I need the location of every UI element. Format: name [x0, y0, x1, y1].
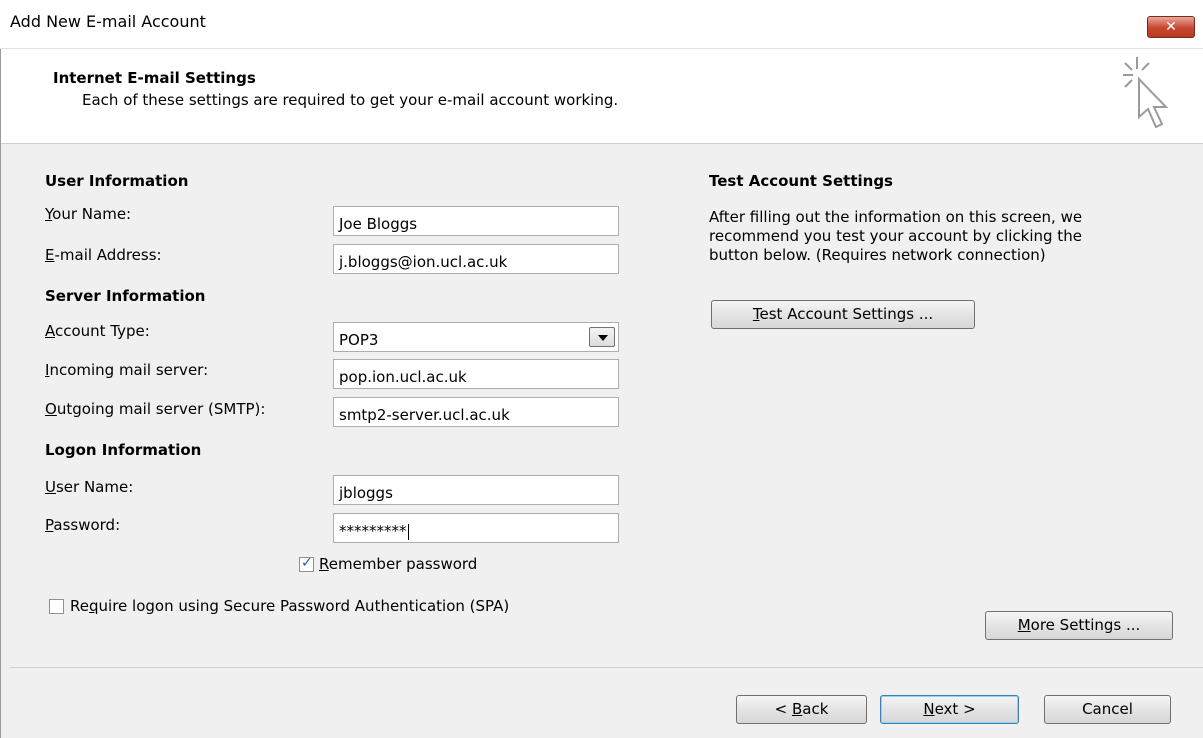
- password-input[interactable]: *********: [333, 513, 619, 543]
- remember-password-label[interactable]: Remember password: [319, 555, 477, 573]
- test-account-settings-button[interactable]: Test Account Settings ...: [711, 300, 975, 329]
- incoming-server-input[interactable]: pop.ion.ucl.ac.uk: [333, 359, 619, 389]
- account-type-label: Account Type:: [45, 322, 150, 340]
- user-info-heading: User Information: [45, 172, 189, 190]
- spa-label[interactable]: Require logon using Secure Password Auth…: [70, 597, 509, 615]
- account-type-select[interactable]: POP3: [333, 322, 619, 352]
- test-settings-description: After filling out the information on thi…: [709, 208, 1082, 265]
- text-caret: [407, 523, 409, 540]
- incoming-server-value: pop.ion.ucl.ac.uk: [339, 368, 467, 386]
- test-desc-line-1: After filling out the information on thi…: [709, 208, 1083, 226]
- your-name-value: Joe Bloggs: [339, 215, 418, 233]
- title-bar: Add New E-mail Account ✕: [0, 0, 1203, 49]
- username-input[interactable]: jbloggs: [333, 475, 619, 505]
- spa-checkbox[interactable]: [49, 599, 64, 614]
- email-value: j.bloggs@ion.ucl.ac.uk: [339, 253, 508, 271]
- email-label: E-mail Address:: [45, 246, 162, 264]
- username-value: jbloggs: [339, 484, 393, 502]
- remember-password-checkbox[interactable]: ✓: [299, 555, 314, 572]
- password-value: *********: [339, 522, 407, 540]
- cursor-sparkle-icon: [1123, 57, 1169, 129]
- server-info-heading: Server Information: [45, 287, 206, 305]
- outgoing-server-input[interactable]: smtp2-server.ucl.ac.uk: [333, 397, 619, 427]
- checkmark-icon: ✓: [301, 555, 313, 571]
- dialog-header: Internet E-mail Settings Each of these s…: [0, 49, 1203, 144]
- test-desc-line-2: recommend you test your account by click…: [709, 227, 1082, 245]
- your-name-label: Your Name:: [45, 205, 132, 223]
- outgoing-server-value: smtp2-server.ucl.ac.uk: [339, 406, 510, 424]
- email-input[interactable]: j.bloggs@ion.ucl.ac.uk: [333, 244, 619, 274]
- footer-divider: [10, 667, 1203, 668]
- header-title: Internet E-mail Settings: [53, 69, 256, 87]
- username-label: User Name:: [45, 478, 134, 496]
- logon-info-heading: Logon Information: [45, 441, 202, 459]
- outgoing-server-label: Outgoing mail server (SMTP):: [45, 400, 266, 418]
- header-subtitle: Each of these settings are required to g…: [82, 91, 619, 109]
- close-button[interactable]: ✕: [1147, 16, 1195, 38]
- test-settings-heading: Test Account Settings: [709, 172, 893, 190]
- cancel-button[interactable]: Cancel: [1044, 695, 1171, 724]
- incoming-server-label: Incoming mail server:: [45, 361, 209, 379]
- back-button[interactable]: < Back: [736, 695, 867, 724]
- your-name-input[interactable]: Joe Bloggs: [333, 206, 619, 236]
- window-title: Add New E-mail Account: [10, 12, 206, 31]
- close-icon: ✕: [1165, 19, 1177, 35]
- account-type-value: POP3: [339, 331, 379, 349]
- chevron-down-icon[interactable]: [589, 327, 615, 347]
- next-button[interactable]: Next >: [880, 695, 1019, 724]
- password-label: Password:: [45, 516, 121, 534]
- more-settings-button[interactable]: More Settings ...: [985, 611, 1173, 640]
- test-desc-line-3: button below. (Requires network connecti…: [709, 246, 1046, 264]
- window-left-border: [0, 49, 11, 738]
